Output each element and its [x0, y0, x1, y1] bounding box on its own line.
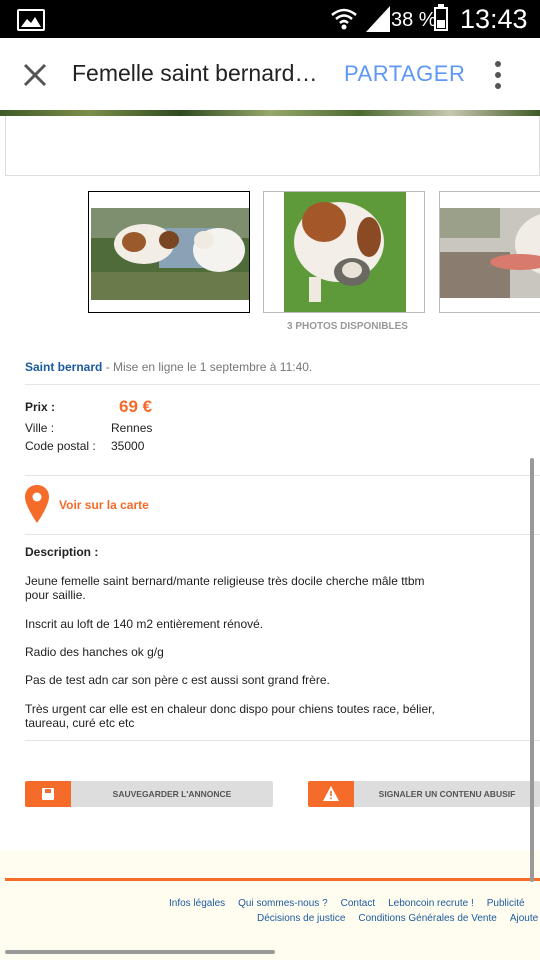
share-button[interactable]: PARTAGER [344, 61, 465, 87]
category-link[interactable]: Saint bernard [25, 360, 102, 374]
footer-link[interactable]: Conditions Générales de Vente [358, 913, 496, 924]
postal-label: Code postal : [25, 439, 96, 453]
description-paragraph: Radio des hanches ok g/g [25, 645, 164, 659]
description-paragraph: Jeune femelle saint bernard/mante religi… [25, 574, 425, 602]
footer-link[interactable]: Contact [341, 898, 375, 909]
footer: Infos légales Qui sommes-nous ? Contact Leb… [0, 850, 540, 960]
warning-icon [323, 786, 339, 801]
battery-percentage: 38 % [391, 9, 437, 31]
listing-content: 3 PHOTOS DISPONIBLES Saint bernard - Mis… [0, 110, 540, 960]
posted-date: - Mise en ligne le 1 septembre à 11:40. [102, 360, 313, 374]
footer-bar [5, 878, 540, 881]
wifi-icon [331, 8, 357, 30]
footer-link[interactable]: Leboncoin recrute ! [388, 898, 474, 909]
main-photo[interactable] [5, 110, 540, 176]
save-listing-label: SAUVEGARDER L'ANNONCE [112, 789, 232, 799]
city-value: Rennes [111, 421, 153, 435]
page-title: Femelle saint bernard… [72, 60, 318, 86]
description-paragraph: Inscrit au loft de 140 m2 entièrement ré… [25, 617, 264, 631]
vertical-scrollbar[interactable] [530, 458, 534, 882]
footer-link[interactable]: Infos légales [169, 898, 225, 909]
thumbnail-3[interactable] [439, 191, 540, 313]
report-abuse-label: SIGNALER UN CONTENU ABUSIF [378, 789, 516, 799]
price-label: Prix : [25, 400, 56, 414]
clock: 13:43 [460, 4, 528, 34]
description-paragraph: Pas de test adn car son père c est aussi… [25, 673, 330, 687]
footer-link[interactable]: Ajoute [510, 913, 538, 924]
footer-links-row2: Décisions de justice Conditions Générales… [257, 913, 540, 924]
thumbnail-2[interactable] [263, 191, 425, 313]
footer-link[interactable]: Publicité [487, 898, 525, 909]
view-on-map-link[interactable]: Voir sur la carte [59, 498, 149, 512]
footer-link[interactable]: Décisions de justice [257, 913, 345, 924]
divider [25, 740, 540, 741]
signal-icon [366, 6, 390, 32]
close-icon[interactable] [22, 62, 48, 88]
horizontal-scrollbar[interactable] [5, 950, 275, 954]
app-bar: Femelle saint bernard… PARTAGER [0, 38, 540, 110]
description-paragraph: Très urgent car elle est en chaleur donc… [25, 702, 435, 730]
city-label: Ville : [25, 421, 55, 435]
divider [25, 534, 540, 535]
photos-count: 3 PHOTOS DISPONIBLES [287, 321, 408, 332]
price-value: 69 € [119, 397, 153, 416]
more-vertical-icon[interactable] [494, 61, 502, 89]
listing-meta: Saint bernard - Mise en ligne le 1 septe… [25, 360, 312, 374]
footer-link[interactable]: Qui sommes-nous ? [238, 898, 327, 909]
description-title: Description : [25, 545, 99, 559]
status-bar: 38 % 13:43 [0, 0, 540, 38]
gallery-icon [17, 9, 45, 31]
thumbnail-1[interactable] [88, 191, 250, 313]
divider [25, 475, 540, 476]
divider [25, 384, 540, 385]
footer-links-row1: Infos légales Qui sommes-nous ? Contact Leb… [169, 898, 538, 909]
save-icon [42, 788, 54, 800]
map-pin-icon[interactable] [25, 485, 49, 523]
battery-icon [434, 4, 448, 31]
postal-value: 35000 [111, 439, 145, 453]
save-listing-button[interactable]: SAUVEGARDER L'ANNONCE [25, 781, 273, 807]
report-abuse-button[interactable]: SIGNALER UN CONTENU ABUSIF [308, 781, 540, 807]
main-photo-strip [0, 110, 540, 116]
